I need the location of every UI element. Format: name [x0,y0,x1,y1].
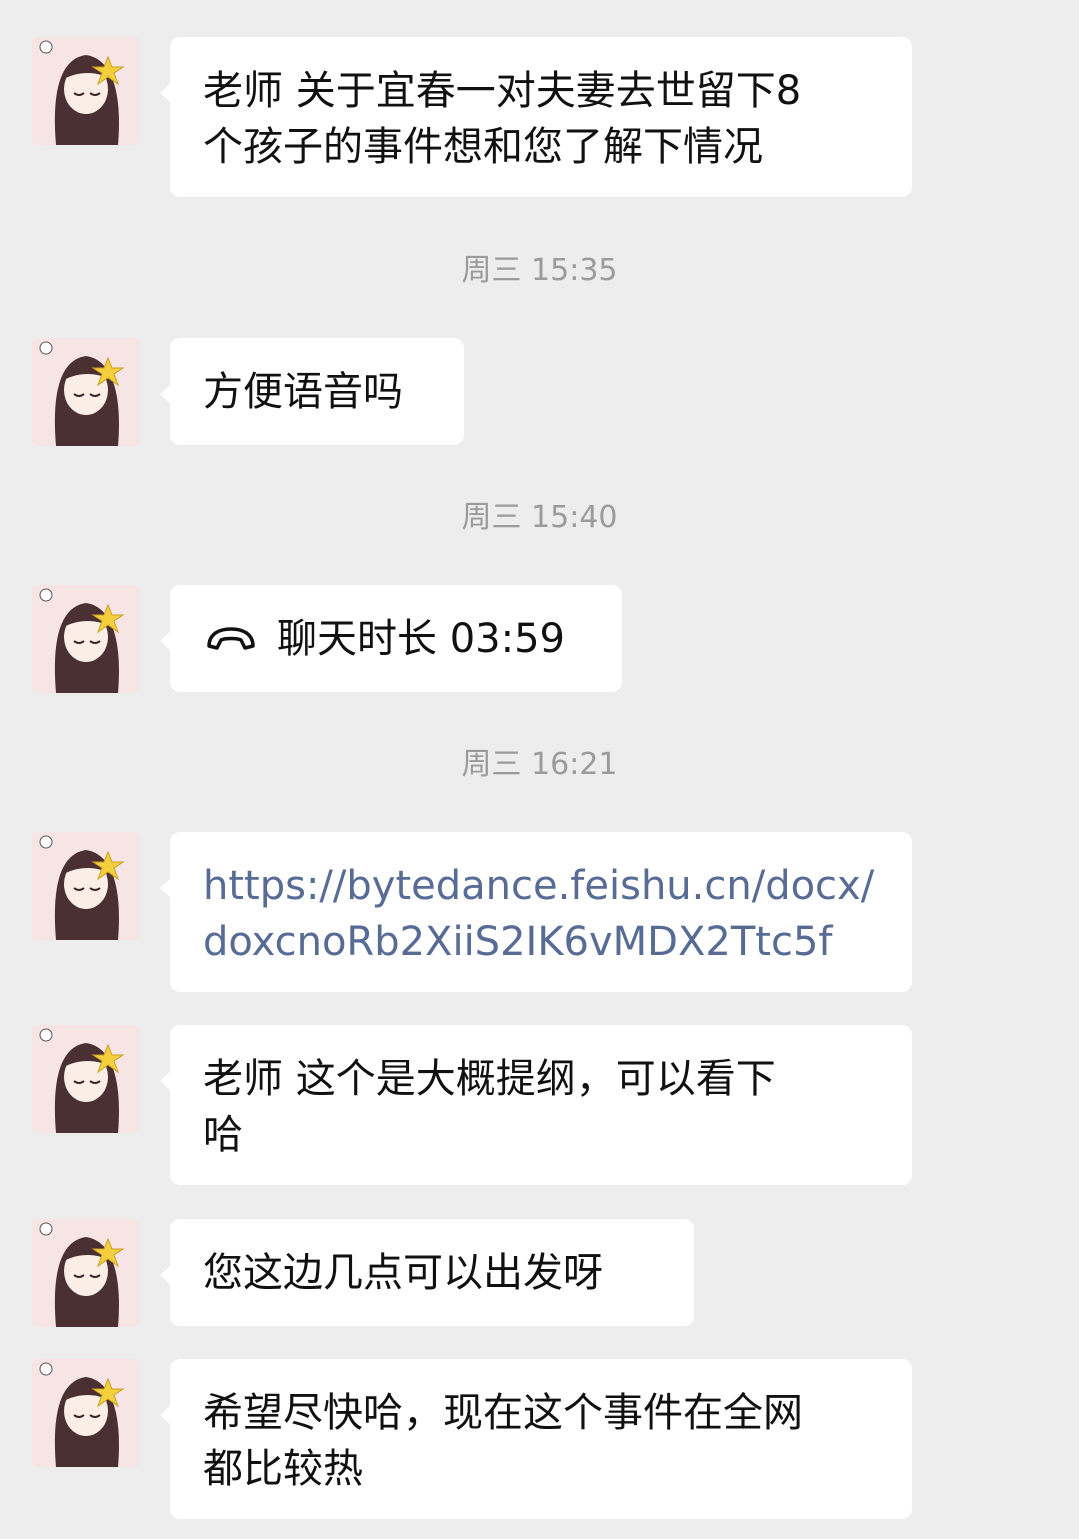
message-bubble[interactable]: 老师 这个是大概提纲，可以看下 哈 [160,1025,912,1185]
call-duration-label: 聊天时长 03:59 [277,615,565,662]
contact-avatar[interactable] [32,1219,140,1327]
contact-avatar[interactable] [32,1359,140,1467]
message-timestamp: 周三 16:21 [461,747,618,782]
anime-girl-avatar-icon [32,1219,140,1327]
anime-girl-avatar-icon [32,585,140,693]
message-timestamp: 周三 15:35 [461,253,618,288]
message-bubble[interactable]: 方便语音吗 [160,338,464,445]
message-timestamp: 周三 15:40 [461,500,618,535]
link-message-bubble[interactable]: https://bytedance.feishu.cn/docx/ doxcno… [160,832,912,992]
message-bubble[interactable]: 老师 关于宜春一对夫妻去世留下8 个孩子的事件想和您了解下情况 [160,37,912,197]
chat-history: 老师 关于宜春一对夫妻去世留下8 个孩子的事件想和您了解下情况 周三 15:35… [0,0,1079,1539]
message-bubble[interactable]: 希望尽快哈，现在这个事件在全网 都比较热 [160,1359,912,1519]
voice-call-bubble[interactable]: 聊天时长 03:59 [160,585,622,692]
contact-avatar[interactable] [32,832,140,940]
anime-girl-avatar-icon [32,1359,140,1467]
contact-avatar[interactable] [32,585,140,693]
anime-girl-avatar-icon [32,37,140,145]
message-bubble[interactable]: 您这边几点可以出发呀 [160,1219,694,1326]
contact-avatar[interactable] [32,338,140,446]
contact-avatar[interactable] [32,1025,140,1133]
anime-girl-avatar-icon [32,338,140,446]
phone-hangup-icon [203,611,259,667]
contact-avatar[interactable] [32,37,140,145]
anime-girl-avatar-icon [32,1025,140,1133]
anime-girl-avatar-icon [32,832,140,940]
